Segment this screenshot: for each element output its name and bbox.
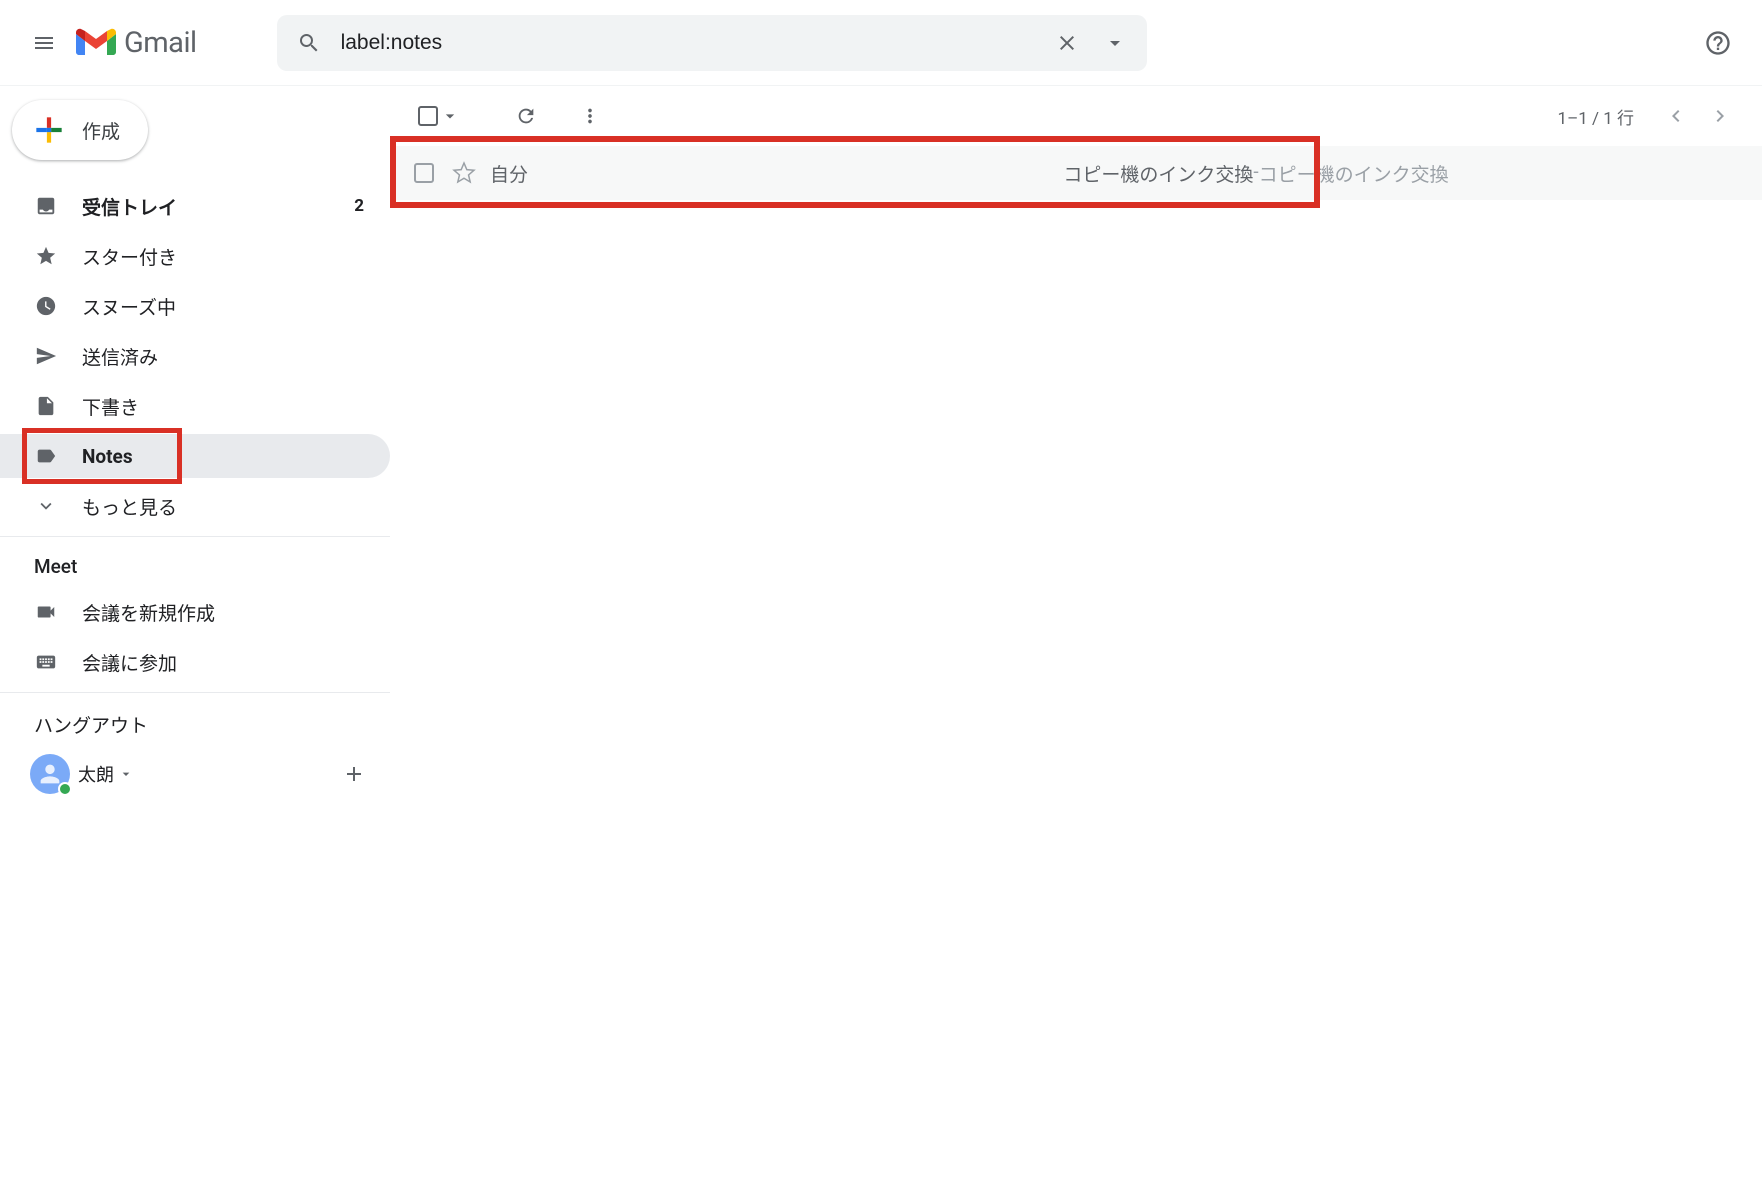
nav-label: スヌーズ中 (82, 293, 374, 320)
chevron-right-icon (1708, 104, 1732, 128)
nav-label: 受信トレイ (82, 193, 354, 220)
toolbar: 1–1 / 1 行 (390, 86, 1762, 146)
nav-list: 受信トレイ 2 スター付き スヌーズ中 送信済み 下書き (0, 184, 390, 528)
email-snippet: コピー機のインク交換 (1259, 160, 1449, 187)
nav-label: スター付き (82, 243, 374, 270)
send-icon (35, 345, 57, 367)
plus-icon (30, 111, 68, 149)
draft-icon (35, 395, 57, 417)
sidebar-item-sent[interactable]: 送信済み (0, 334, 390, 378)
meet-section: Meet 会議を新規作成 会議に参加 (0, 536, 390, 684)
search-button[interactable] (285, 19, 333, 67)
page-info: 1–1 / 1 行 (1558, 104, 1634, 129)
select-all-checkbox[interactable] (414, 102, 464, 130)
email-list: 自分 コピー機のインク交換 - コピー機のインク交換 (390, 146, 1762, 200)
chevron-left-icon (1664, 104, 1688, 128)
inbox-icon (35, 195, 57, 217)
more-vert-icon (579, 105, 601, 127)
star-outline-icon (452, 161, 476, 185)
close-icon (1055, 31, 1079, 55)
hangouts-user-row[interactable]: 太朗 (0, 744, 390, 804)
gmail-logo-icon (76, 28, 116, 58)
app-name: Gmail (124, 26, 197, 60)
nav-label: 下書き (82, 393, 374, 420)
sidebar-item-inbox[interactable]: 受信トレイ 2 (0, 184, 390, 228)
compose-button[interactable]: 作成 (12, 100, 148, 160)
email-row[interactable]: 自分 コピー機のインク交換 - コピー機のインク交換 (390, 146, 1762, 200)
email-checkbox[interactable] (414, 163, 434, 183)
meet-title: Meet (0, 555, 390, 590)
video-icon (35, 601, 57, 623)
email-subject: コピー機のインク交換 (1063, 160, 1253, 187)
search-bar (277, 15, 1147, 71)
sidebar-item-snoozed[interactable]: スヌーズ中 (0, 284, 390, 328)
meet-new-meeting[interactable]: 会議を新規作成 (0, 590, 390, 634)
hangouts-title: ハングアウト (0, 711, 390, 744)
help-icon (1704, 29, 1732, 57)
meet-join-meeting[interactable]: 会議に参加 (0, 640, 390, 684)
nav-count: 2 (354, 196, 364, 216)
email-sender: 自分 (490, 160, 770, 187)
sidebar-item-starred[interactable]: スター付き (0, 234, 390, 278)
search-options-button[interactable] (1091, 19, 1139, 67)
hangouts-username: 太朗 (78, 761, 114, 787)
menu-icon (32, 31, 56, 55)
avatar (30, 754, 70, 794)
refresh-button[interactable] (504, 94, 548, 138)
nav-label: 送信済み (82, 343, 374, 370)
dropdown-icon (1103, 31, 1127, 55)
header: Gmail (0, 0, 1762, 86)
hangouts-section: ハングアウト 太朗 (0, 692, 390, 804)
plus-icon (342, 762, 366, 786)
keyboard-icon (35, 651, 57, 673)
compose-label: 作成 (82, 117, 120, 144)
more-options-button[interactable] (568, 94, 612, 138)
gmail-logo[interactable]: Gmail (76, 26, 197, 60)
email-star-button[interactable] (452, 161, 476, 185)
search-icon (297, 31, 321, 55)
refresh-icon (515, 105, 537, 127)
help-button[interactable] (1694, 19, 1742, 67)
label-icon (35, 445, 57, 467)
clock-icon (35, 295, 57, 317)
search-input[interactable] (333, 31, 1043, 55)
main-menu-button[interactable] (20, 19, 68, 67)
checkbox-icon (418, 106, 438, 126)
nav-label: 会議を新規作成 (82, 599, 374, 626)
prev-page-button[interactable] (1654, 94, 1698, 138)
nav-label: 会議に参加 (82, 649, 374, 676)
hangouts-add-button[interactable] (334, 754, 374, 794)
sidebar-item-drafts[interactable]: 下書き (0, 384, 390, 428)
nav-label: Notes (82, 445, 374, 468)
sidebar-item-more[interactable]: もっと見る (0, 484, 390, 528)
chevron-down-icon (35, 495, 57, 517)
sidebar-item-notes[interactable]: Notes (0, 434, 390, 478)
next-page-button[interactable] (1698, 94, 1742, 138)
sidebar: 作成 受信トレイ 2 スター付き スヌーズ中 送信済み 下書き (0, 86, 390, 1188)
dropdown-icon (440, 106, 460, 126)
nav-label: もっと見る (82, 493, 374, 520)
chevron-down-icon (118, 766, 134, 782)
main-area: 1–1 / 1 行 自分 コピー機のインク交換 - コピー機のインク交換 (390, 86, 1762, 1188)
star-icon (35, 245, 57, 267)
presence-indicator (58, 782, 72, 796)
search-clear-button[interactable] (1043, 19, 1091, 67)
